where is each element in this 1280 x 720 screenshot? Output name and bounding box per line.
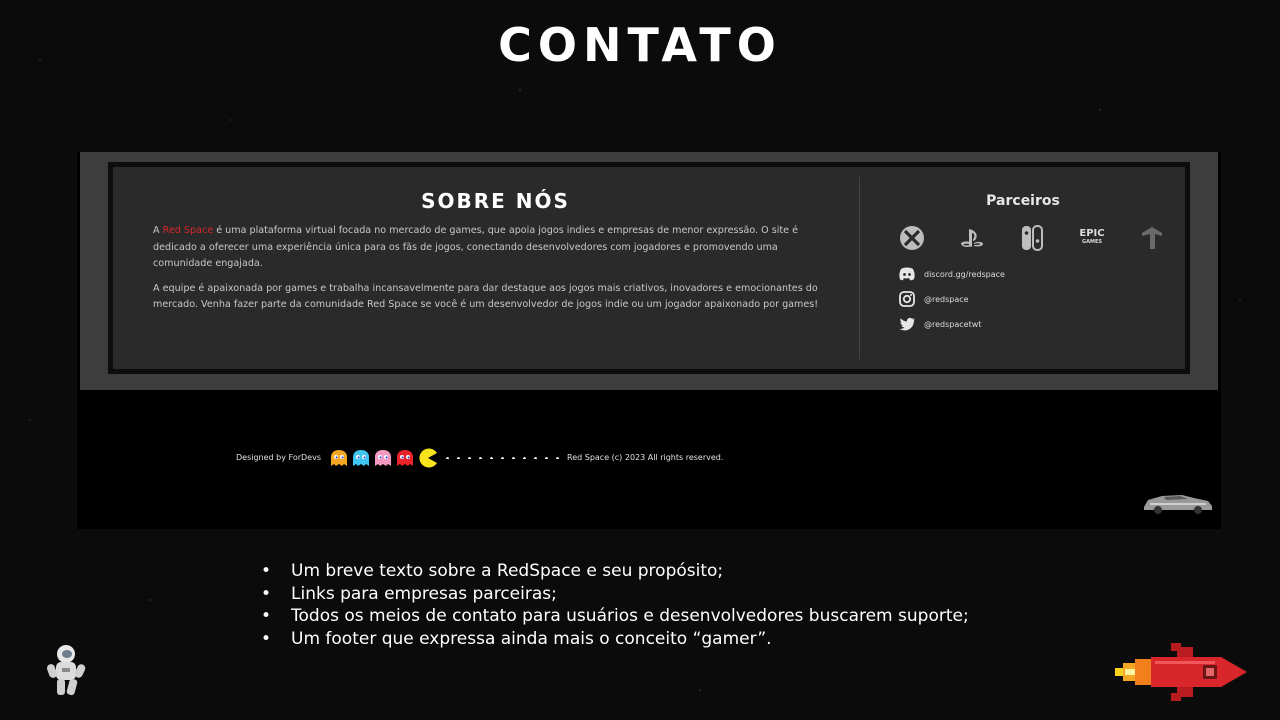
- slide-title: CONTATO: [498, 18, 782, 72]
- about-panel: SOBRE NÓS A Red Space é uma plataforma v…: [113, 167, 1185, 369]
- feature-item: Um breve texto sobre a RedSpace e seu pr…: [258, 560, 969, 583]
- epic-games-icon[interactable]: EPIC GAMES: [1078, 224, 1106, 252]
- copyright-text: Red Space (c) 2023 All rights reserved.: [567, 453, 724, 462]
- discord-handle: discord.gg/redspace: [924, 269, 1005, 279]
- feature-item: Links para empresas parceiras;: [258, 583, 969, 606]
- arrow-up-icon[interactable]: [1138, 224, 1166, 252]
- ghost-red-icon: [397, 450, 413, 466]
- about-section: SOBRE NÓS A Red Space é uma plataforma v…: [80, 152, 1218, 390]
- instagram-link[interactable]: @redspace: [898, 290, 969, 308]
- epic-text-line2: GAMES: [1082, 239, 1102, 245]
- pacman-icon: [419, 448, 437, 468]
- ghost-orange-icon: [331, 450, 347, 466]
- about-p1-prefix: A: [153, 225, 163, 236]
- ghost-cyan-icon: [353, 450, 369, 466]
- discord-icon: [899, 267, 915, 281]
- delorean-car-icon: [1144, 495, 1212, 514]
- discord-link[interactable]: discord.gg/redspace: [898, 265, 1005, 283]
- pacman-animation: [330, 447, 562, 469]
- pixel-rocket-icon: [1115, 643, 1247, 701]
- partners-column: Parceiros EPIC GAMES discord.gg/redspace…: [873, 167, 1173, 369]
- about-paragraph-2: A equipe é apaixonada por games e trabal…: [153, 282, 819, 311]
- epic-text-line1: EPIC: [1079, 228, 1105, 239]
- twitter-icon: [899, 317, 915, 331]
- partners-title: Parceiros: [986, 193, 1060, 209]
- nintendo-switch-icon[interactable]: [1018, 224, 1046, 252]
- instagram-handle: @redspace: [924, 294, 969, 304]
- website-screenshot: SOBRE NÓS A Red Space é uma plataforma v…: [77, 152, 1221, 529]
- playstation-icon[interactable]: [958, 224, 986, 252]
- twitter-link[interactable]: @redspacetwt: [898, 315, 981, 333]
- instagram-icon: [899, 291, 915, 307]
- xbox-icon[interactable]: [898, 224, 926, 252]
- about-frame: SOBRE NÓS A Red Space é uma plataforma v…: [108, 162, 1190, 374]
- features-list: Um breve texto sobre a RedSpace e seu pr…: [258, 560, 969, 650]
- pellet-dots: [442, 457, 562, 459]
- feature-item: Um footer que expressa ainda mais o conc…: [258, 628, 969, 651]
- about-paragraph-1: A Red Space é uma plataforma virtual foc…: [153, 223, 838, 273]
- ghost-pink-icon: [375, 450, 391, 466]
- twitter-handle: @redspacetwt: [924, 319, 982, 329]
- about-text-column: SOBRE NÓS A Red Space é uma plataforma v…: [153, 167, 838, 369]
- astronaut-icon: [46, 645, 86, 696]
- about-title: SOBRE NÓS: [421, 189, 570, 213]
- about-p1-rest: é uma plataforma virtual focada no merca…: [153, 225, 799, 269]
- partner-logos: EPIC GAMES: [898, 224, 1168, 252]
- designed-by-text: Designed by ForDevs: [236, 453, 322, 462]
- brand-name: Red Space: [162, 225, 214, 236]
- column-divider: [859, 177, 860, 359]
- feature-item: Todos os meios de contato para usuários …: [258, 605, 969, 628]
